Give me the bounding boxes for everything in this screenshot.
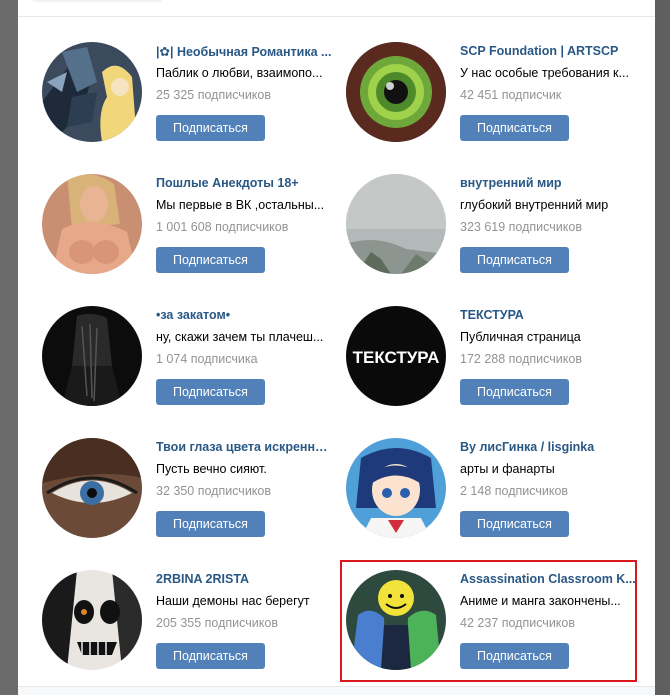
group-description: Публичная страница <box>460 330 581 344</box>
subscribe-button[interactable]: Подписаться <box>460 115 569 141</box>
dialog-title-cutoff <box>32 0 162 2</box>
group-card: •за закатом• ну, скажи зачем ты плачеш..… <box>42 306 338 426</box>
group-card: SCP Foundation | ARTSCP У нас особые тре… <box>346 42 642 162</box>
group-subscribers: 323 619 подписчиков <box>460 220 582 234</box>
tekstura-logo-avatar-image: ТЕКСТУРА <box>346 306 446 406</box>
group-name[interactable]: •за закатом• <box>156 308 332 322</box>
group-card: внутренний мир глубокий внутренний мир 3… <box>346 174 642 294</box>
group-subscribers: 172 288 подписчиков <box>460 352 582 366</box>
group-avatar[interactable] <box>346 174 446 274</box>
group-description: У нас особые требования к... <box>460 66 629 80</box>
dialog-header <box>18 0 655 17</box>
group-subscribers: 2 148 подписчиков <box>460 484 569 498</box>
group-card: By лисГинка / lisginka арты и фанарты 2 … <box>346 438 642 558</box>
green-eye-avatar-image <box>346 42 446 142</box>
group-description: глубокий внутренний мир <box>460 198 609 212</box>
group-description: Аниме и манга закончены... <box>460 594 621 608</box>
group-name[interactable]: SCP Foundation | ARTSCP <box>460 44 636 58</box>
group-description: Пусть вечно сияют. <box>156 462 267 476</box>
group-avatar[interactable] <box>42 306 142 406</box>
group-subscribers: 1 074 подписчика <box>156 352 258 366</box>
group-avatar[interactable] <box>42 438 142 538</box>
subscribe-button[interactable]: Подписаться <box>460 643 569 669</box>
group-subscribers: 205 355 подписчиков <box>156 616 278 630</box>
subscribe-button[interactable]: Подписаться <box>156 643 265 669</box>
foggy-landscape-avatar-image <box>346 174 446 274</box>
group-description: арты и фанарты <box>460 462 555 476</box>
group-subscribers: 1 001 608 подписчиков <box>156 220 289 234</box>
anime-characters-avatar-image <box>42 42 142 142</box>
group-avatar[interactable] <box>42 570 142 670</box>
group-name[interactable]: ТЕКСТУРА <box>460 308 636 322</box>
group-subscribers: 42 451 подписчик <box>460 88 562 102</box>
subscribe-button[interactable]: Подписаться <box>156 247 265 273</box>
group-card: Пошлые Анекдоты 18+ Мы первые в ВК ,оста… <box>42 174 338 294</box>
skull-face-avatar-image <box>42 570 142 670</box>
group-subscribers: 25 325 подписчиков <box>156 88 272 102</box>
group-description: Мы первые в ВК ,остальны... <box>156 198 325 212</box>
group-name[interactable]: внутренний мир <box>460 176 636 190</box>
eye-closeup-avatar-image <box>42 438 142 538</box>
subscribe-button[interactable]: Подписаться <box>460 511 569 537</box>
group-card: |✿| Необычная Романтика ... Паблик о люб… <box>42 42 338 162</box>
subscribe-button[interactable]: Подписаться <box>460 247 569 273</box>
tekstura-logo-text: ТЕКСТУРА <box>353 348 440 367</box>
group-description: ну, скажи зачем ты плачеш... <box>156 330 324 344</box>
background-page <box>655 0 670 695</box>
group-name[interactable]: Пошлые Анекдоты 18+ <box>156 176 332 190</box>
woman-photo-avatar-image <box>42 174 142 274</box>
group-card: Assassination Classroom K... Аниме и ман… <box>346 570 642 690</box>
group-avatar[interactable] <box>346 438 446 538</box>
subscribe-button[interactable]: Подписаться <box>156 115 265 141</box>
subscribe-button[interactable]: Подписаться <box>156 379 265 405</box>
subscribe-button[interactable]: Подписаться <box>460 379 569 405</box>
group-description: Паблик о любви, взаимопо... <box>156 66 323 80</box>
group-card: ТЕКСТУРА ТЕКСТУРА Публичная страница 172… <box>346 306 642 426</box>
group-avatar[interactable] <box>42 42 142 142</box>
group-avatar[interactable] <box>346 42 446 142</box>
group-subscribers: 32 350 подписчиков <box>156 484 272 498</box>
subscribe-button[interactable]: Подписаться <box>156 511 265 537</box>
group-name[interactable]: |✿| Необычная Романтика ... <box>156 44 332 59</box>
dark-figure-avatar-image <box>42 306 142 406</box>
group-avatar[interactable]: ТЕКСТУРА <box>346 306 446 406</box>
anime-girl-avatar-image <box>346 438 446 538</box>
group-name[interactable]: Assassination Classroom K... <box>460 572 636 586</box>
assassination-classroom-avatar-image <box>346 570 446 670</box>
group-subscribers: 42 237 подписчиков <box>460 616 576 630</box>
subscriptions-dialog: |✿| Необычная Романтика ... Паблик о люб… <box>18 0 655 695</box>
dialog-footer <box>18 686 655 695</box>
group-card: Твои глаза цвета искренно... Пусть вечно… <box>42 438 338 558</box>
group-avatar[interactable] <box>346 570 446 670</box>
group-name[interactable]: By лисГинка / lisginka <box>460 440 636 454</box>
group-card: 2RBINA 2RISTA Наши демоны нас берегут 20… <box>42 570 338 690</box>
group-name[interactable]: 2RBINA 2RISTA <box>156 572 332 586</box>
group-description: Наши демоны нас берегут <box>156 594 310 608</box>
group-avatar[interactable] <box>42 174 142 274</box>
group-name[interactable]: Твои глаза цвета искренно... <box>156 440 332 454</box>
